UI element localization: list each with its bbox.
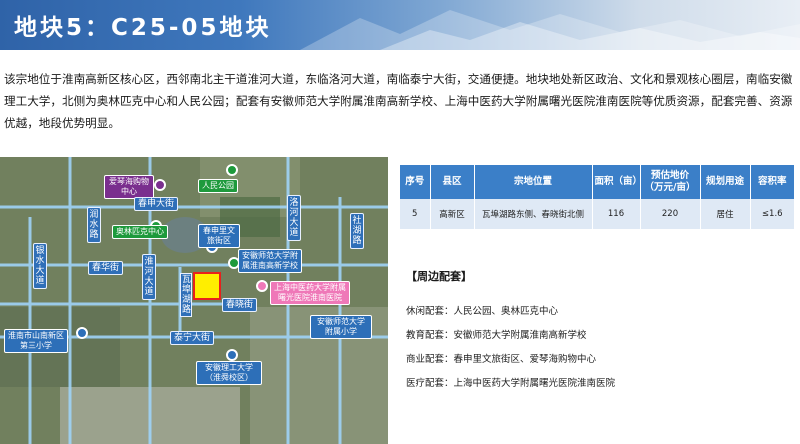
aust-marker: [226, 349, 238, 361]
amenities-title: 【周边配套】: [406, 270, 472, 283]
amenity-value: 春申里文旅街区、爱琴海购物中心: [453, 354, 597, 365]
road-site: 瓦埠湖路: [180, 273, 192, 317]
mall-marker: [154, 179, 166, 191]
table-cell: 高新区: [430, 199, 475, 229]
road-chunfang: 春晓街: [222, 298, 258, 312]
park-marker: [226, 164, 238, 176]
table-row: 5 高新区 瓦埠湖路东侧、春晓街北侧 116 220 居住 ≤1.6: [400, 199, 794, 229]
table-cell: 116: [592, 199, 641, 229]
road-yinshui: 银水大道: [33, 243, 47, 289]
col-header: 容积率: [750, 165, 794, 199]
amenities-list: 休闲配套：人民公园、奥林匹克中心 教育配套：安徽师范大学附属淮南高新学校 商业配…: [406, 305, 794, 401]
label-huainan-school: 淮南市山南新区第三小学: [4, 329, 68, 353]
col-header: 预估地价（万元/亩）: [640, 165, 701, 199]
label-olympic-center: 奥林匹克中心: [112, 225, 168, 239]
site-map: 爱琴海购物中心 人民公园 春申大街 洛河大道 润水路 奥林匹克中心 春申里文旅街…: [0, 157, 388, 444]
table-cell: ≤1.6: [750, 199, 794, 229]
amenity-key: 商业配套：: [406, 354, 454, 365]
land-info-table: 序号 县区 宗地位置 面积（亩） 预估地价（万元/亩） 规划用途 容积率 5 高…: [400, 165, 794, 229]
amenity-value: 安徽师范大学附属淮南高新学校: [453, 330, 587, 341]
header-banner: 地块5：C25-05地块: [0, 0, 800, 50]
label-people-park: 人民公园: [198, 179, 238, 193]
label-aust: 安徽理工大学（淮舜校区）: [196, 361, 262, 385]
huainan-school-marker: [76, 327, 88, 339]
road-shehu: 社湖路: [350, 213, 364, 249]
road-luohe: 洛河大道: [287, 195, 301, 241]
list-item: 商业配套：春申里文旅街区、爱琴海购物中心: [406, 353, 794, 377]
table-header-row: 序号 县区 宗地位置 面积（亩） 预估地价（万元/亩） 规划用途 容积率: [400, 165, 794, 199]
list-item: 医疗配套：上海中医药大学附属曙光医院淮南医院: [406, 377, 794, 401]
hospital-marker: [256, 280, 268, 292]
amenity-key: 休闲配套：: [406, 306, 454, 317]
site-plot-marker: [193, 272, 221, 300]
col-header: 规划用途: [700, 165, 751, 199]
label-aiqin-mall: 爱琴海购物中心: [104, 175, 154, 199]
label-affiliated-primary: 安徽师范大学附属小学: [310, 315, 372, 339]
page-title: 地块5：C25-05地块: [14, 15, 272, 41]
road-runshui: 润水路: [87, 207, 101, 243]
label-culture-street: 春申里文旅街区: [198, 224, 240, 248]
amenity-value: 人民公园、奥林匹克中心: [453, 306, 559, 317]
col-header: 县区: [430, 165, 475, 199]
label-anhui-normal-school: 安徽师范大学附属淮南高新学校: [238, 249, 302, 273]
road-taining: 泰宁大街: [170, 331, 215, 345]
label-shanghai-tcm-hospital: 上海中医药大学附属曙光医院淮南医院: [270, 281, 350, 305]
list-item: 教育配套：安徽师范大学附属淮南高新学校: [406, 329, 794, 353]
table-cell: 5: [400, 199, 431, 229]
list-item: 休闲配套：人民公园、奥林匹克中心: [406, 305, 794, 329]
intro-paragraph: 该宗地位于淮南高新区核心区，西邻南北主干道淮河大道，东临洛河大道，南临泰宁大街，…: [4, 72, 793, 130]
table-cell: 瓦埠湖路东侧、春晓街北侧: [474, 199, 593, 229]
col-header: 序号: [400, 165, 431, 199]
col-header: 面积（亩）: [592, 165, 642, 199]
road-huaihe: 淮河大道: [142, 254, 156, 300]
table-cell: 居住: [700, 199, 751, 229]
table-cell: 220: [640, 199, 701, 229]
road-chunshen: 春申大街: [134, 197, 179, 211]
amenity-key: 教育配套：: [406, 330, 454, 341]
amenity-value: 上海中医药大学附属曙光医院淮南医院: [453, 378, 616, 389]
col-header: 宗地位置: [474, 165, 593, 199]
amenity-key: 医疗配套：: [406, 378, 454, 389]
road-chunhua: 春华街: [88, 261, 124, 275]
